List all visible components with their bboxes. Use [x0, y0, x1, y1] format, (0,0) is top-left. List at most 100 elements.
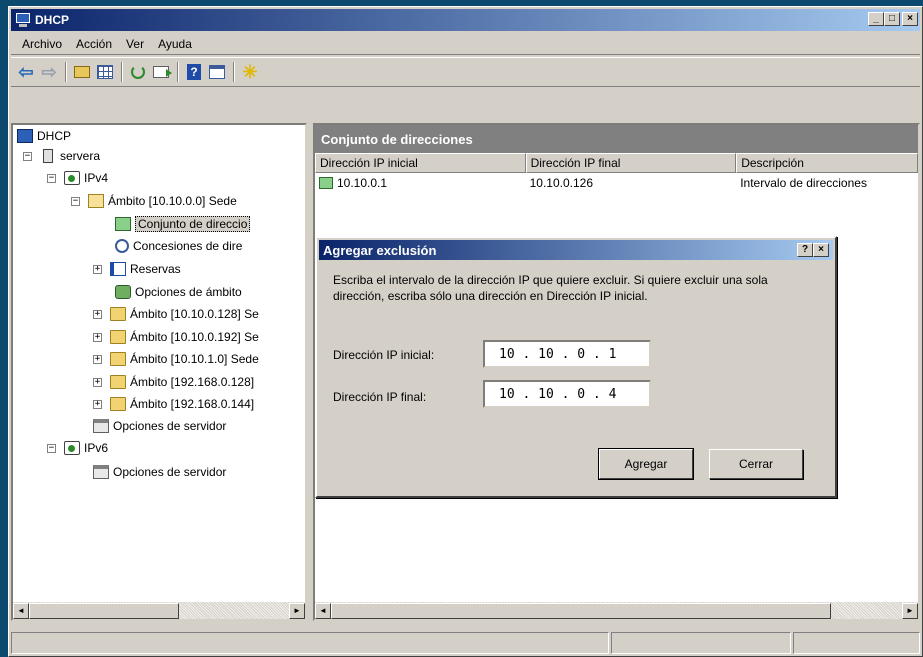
- tree-horizontal-scrollbar[interactable]: ◄ ►: [13, 602, 305, 619]
- menu-ver[interactable]: Ver: [119, 35, 151, 53]
- column-headers: Dirección IP inicial Dirección IP final …: [315, 153, 918, 173]
- menu-ayuda[interactable]: Ayuda: [151, 35, 199, 53]
- expand-toggle[interactable]: +: [93, 332, 102, 342]
- forward-arrow-icon: ⇨: [41, 61, 57, 82]
- tree-node-scope[interactable]: + Ámbito [192.168.0.144]: [93, 393, 254, 415]
- end-ip-label: Dirección IP final:: [333, 390, 427, 404]
- details-header: Conjunto de direcciones: [315, 125, 918, 153]
- console-tree-icon: [97, 65, 113, 79]
- tree-label: Ámbito [192.168.0.144]: [130, 397, 255, 411]
- tree-node-ipv6[interactable]: − IPv6: [47, 437, 108, 459]
- menu-bar: Archivo Acción Ver Ayuda: [11, 33, 920, 55]
- tree-node-server-options-v4[interactable]: Opciones de servidor: [93, 415, 226, 437]
- column-header-description[interactable]: Descripción: [736, 153, 918, 173]
- address-range-icon: [319, 177, 333, 189]
- tree-node-scope[interactable]: + Ámbito [10.10.0.192] Se: [93, 326, 259, 348]
- table-row[interactable]: 10.10.0.1 10.10.0.126 Intervalo de direc…: [315, 173, 918, 193]
- tree-node-leases[interactable]: Concesiones de dire: [115, 235, 242, 257]
- collapse-toggle[interactable]: −: [23, 151, 32, 161]
- maximize-button[interactable]: □: [884, 12, 900, 26]
- folder-open-icon: [88, 194, 104, 208]
- tree-node-reservations[interactable]: + Reservas: [93, 258, 181, 280]
- reservations-icon: [110, 262, 126, 276]
- help-button[interactable]: ?: [183, 61, 205, 83]
- end-ip-input[interactable]: 10 . 10 . 0 . 4: [483, 380, 651, 408]
- expand-toggle[interactable]: +: [93, 399, 102, 409]
- tree-label: Ámbito [192.168.0.128]: [130, 375, 255, 389]
- tree-label: Opciones de servidor: [113, 419, 227, 433]
- collapse-toggle[interactable]: −: [47, 443, 56, 453]
- cell-end-ip: 10.10.0.126: [529, 176, 594, 190]
- dialog-close-button[interactable]: ×: [813, 243, 829, 257]
- tree-label: Opciones de ámbito: [135, 285, 242, 299]
- leases-clock-icon: [115, 239, 129, 253]
- add-button[interactable]: Agregar: [598, 448, 694, 480]
- tree-node-scope[interactable]: + Ámbito [10.10.1.0] Sede: [93, 348, 259, 370]
- close-button[interactable]: ×: [902, 12, 918, 26]
- ipv4-icon: [64, 171, 80, 185]
- scroll-thumb[interactable]: [331, 602, 831, 619]
- tree-node-scope[interactable]: + Ámbito [192.168.0.128]: [93, 371, 254, 393]
- server-options-icon: [93, 465, 109, 479]
- tree-node-server-options-v6[interactable]: Opciones de servidor: [93, 461, 226, 483]
- tree-node-ipv4[interactable]: − IPv4: [47, 167, 108, 189]
- folder-icon: [110, 352, 126, 366]
- expand-toggle[interactable]: +: [93, 354, 102, 364]
- tree-node-pool[interactable]: Conjunto de direccio: [115, 213, 251, 235]
- tree-node-dhcp[interactable]: DHCP: [17, 125, 71, 147]
- tree-label: Ámbito [10.10.0.192] Se: [130, 330, 259, 344]
- tree-label: Concesiones de dire: [133, 239, 243, 253]
- toolbar-separator: [65, 62, 67, 82]
- menu-archivo[interactable]: Archivo: [15, 35, 69, 53]
- show-tree-button[interactable]: [94, 61, 116, 83]
- add-exclusion-dialog: Agregar exclusión ? × Escriba el interva…: [315, 236, 837, 498]
- folder-icon: [110, 375, 126, 389]
- up-level-button[interactable]: [71, 61, 93, 83]
- details-horizontal-scrollbar[interactable]: ◄ ►: [315, 602, 918, 619]
- server-options-icon: [93, 419, 109, 433]
- forward-button[interactable]: ⇨: [38, 61, 60, 83]
- tree-node-scope-main[interactable]: − Ámbito [10.10.0.0] Sede: [71, 190, 237, 212]
- cell-description: Intervalo de direcciones: [740, 176, 867, 190]
- toolbar-separator: [233, 62, 235, 82]
- export-list-button[interactable]: [150, 61, 172, 83]
- export-icon: [153, 66, 172, 78]
- help-icon: ?: [187, 64, 201, 80]
- start-ip-input[interactable]: 10 . 10 . 0 . 1: [483, 340, 651, 368]
- new-exclusion-button[interactable]: ✳: [239, 61, 261, 83]
- folder-icon: [110, 330, 126, 344]
- scroll-right-button[interactable]: ►: [289, 602, 305, 619]
- menu-accion[interactable]: Acción: [69, 35, 119, 53]
- collapse-toggle[interactable]: −: [47, 173, 56, 183]
- minimize-button[interactable]: _: [868, 12, 884, 26]
- refresh-button[interactable]: [127, 61, 149, 83]
- dialog-help-button[interactable]: ?: [797, 243, 813, 257]
- scope-options-icon: [115, 285, 131, 299]
- back-arrow-icon: ⇦: [18, 61, 34, 82]
- tree-node-scope-options[interactable]: Opciones de ámbito: [115, 281, 242, 303]
- cell-start-ip: 10.10.0.1: [337, 176, 388, 190]
- column-header-end-ip[interactable]: Dirección IP final: [525, 153, 737, 173]
- ipv6-icon: [64, 441, 80, 455]
- status-panel: [11, 632, 609, 654]
- column-header-start-ip[interactable]: Dirección IP inicial: [315, 153, 526, 173]
- scroll-left-button[interactable]: ◄: [315, 602, 331, 619]
- title-bar[interactable]: DHCP _ □ ×: [11, 9, 920, 31]
- tree-node-scope[interactable]: + Ámbito [10.10.0.128] Se: [93, 303, 259, 325]
- expand-toggle[interactable]: +: [93, 264, 102, 274]
- collapse-toggle[interactable]: −: [71, 196, 80, 206]
- show-action-pane-button[interactable]: [206, 61, 228, 83]
- expand-toggle[interactable]: +: [93, 309, 102, 319]
- close-dialog-button[interactable]: Cerrar: [709, 449, 803, 479]
- scroll-thumb[interactable]: [29, 602, 179, 619]
- scroll-right-button[interactable]: ►: [902, 602, 918, 619]
- tree-node-servera[interactable]: − servera: [23, 145, 100, 167]
- expand-toggle[interactable]: +: [93, 377, 102, 387]
- tree-label: Ámbito [10.10.0.0] Sede: [108, 194, 237, 208]
- scroll-left-button[interactable]: ◄: [13, 602, 29, 619]
- folder-up-icon: [74, 66, 90, 78]
- dialog-title-bar[interactable]: Agregar exclusión ? ×: [319, 240, 833, 260]
- back-button[interactable]: ⇦: [15, 61, 37, 83]
- tree-label: IPv6: [84, 441, 109, 455]
- tree-label: IPv4: [84, 171, 109, 185]
